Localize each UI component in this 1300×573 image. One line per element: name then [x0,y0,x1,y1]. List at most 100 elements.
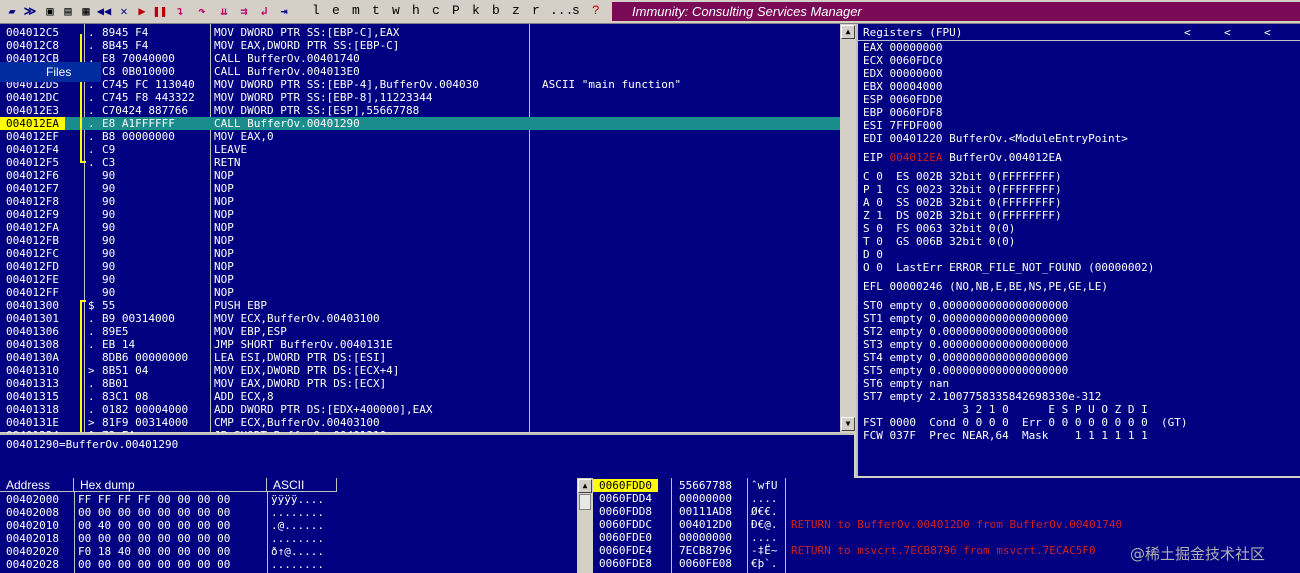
tool-help[interactable]: ? [592,3,600,18]
step-into-icon[interactable]: ↴ [172,3,188,19]
disasm-row[interactable]: 004012EF. B8 00000000 MOV EAX,0 [0,130,840,143]
register-line[interactable]: EDX 00000000 [863,67,942,80]
disasm-row[interactable]: 0040131E >81F9 00314000 CMP ECX,BufferOv.0… [0,416,840,429]
disasm-row[interactable]: 00401310 >8B51 04 MOV EDX,DWORD PTR DS:[EC… [0,364,840,377]
restart-icon[interactable]: ≫ [22,3,38,19]
disasm-row[interactable]: 004012FE 90 NOP [0,273,840,286]
step-over-icon[interactable]: ↷ [194,3,210,19]
scroll-down-icon[interactable]: ▼ [841,417,855,431]
register-line[interactable]: P 1 CS 0023 32bit 0(FFFFFFFF) [863,183,1062,196]
tool-executable-e[interactable]: e [332,3,340,18]
scroll-up-icon[interactable]: ▲ [578,479,592,493]
register-line[interactable]: ST3 empty 0.0000000000000000000 [863,338,1068,351]
stack-row[interactable]: 0060FDD0 55667788 ˆwfU [593,479,1300,492]
disasm-row[interactable]: 004012C8. 8B45 F4 MOV EAX,DWORD PTR SS:[EB… [0,39,840,52]
disasm-row[interactable]: 00401318. 0182 00004000 ADD DWORD PTR DS:[… [0,403,840,416]
register-line[interactable]: ESI 7FFDF000 [863,119,942,132]
cpu-window-icon[interactable]: ▦ [78,3,94,19]
nav-left-icon[interactable]: < [1224,26,1231,39]
column-header-address[interactable]: Address [0,478,74,492]
register-line[interactable]: 3 2 1 0 E S P U O Z D I [863,403,1147,416]
disasm-row[interactable]: 004012E3. C70424 887766 MOV DWORD PTR SS:[… [0,104,840,117]
register-line[interactable]: A 0 SS 002B 32bit 0(FFFFFFFF) [863,196,1062,209]
disasm-row[interactable]: 004012CB. E8 70040000 CALL BufferOv.004017… [0,52,840,65]
dump-row[interactable]: 00402008 00 00 00 00 00 00 00 00........ [0,506,577,519]
stack-row[interactable]: 0060FDDC 004012D0 Ð€@. RETURN to BufferOv.0… [593,518,1300,531]
disasm-row[interactable]: 004012D0.C8 0B010000CALL BufferOv.004013… [0,65,840,78]
tool-log-l[interactable]: l [312,3,320,18]
record-icon[interactable]: ▤ [60,3,76,19]
disasm-row[interactable]: 004012F9 90 NOP [0,208,840,221]
dump-scrollbar[interactable]: ▲ [577,478,592,573]
register-line[interactable]: EDI 00401220 BufferOv.<ModuleEntryPoint> [863,132,1128,145]
register-line[interactable]: EIP 004012EA BufferOv.004012EA [863,151,1062,164]
register-line[interactable]: ST0 empty 0.0000000000000000000 [863,299,1068,312]
disasm-row[interactable]: 00401313. 8B01 MOV EAX,DWORD PTR DS:[ECX] [0,377,840,390]
tool-handles-h[interactable]: h [412,3,420,18]
disasm-row[interactable]: 004012FF 90 NOP [0,286,840,299]
registers-pane[interactable]: Registers (FPU) < < < EAX 00000000 ECX 00… [856,24,1300,476]
pause-icon[interactable]: ❚❚ [152,3,168,19]
register-line[interactable]: ST5 empty 0.0000000000000000000 [863,364,1068,377]
rewind-icon[interactable]: ◀◀ [96,3,112,19]
register-line[interactable]: ECX 0060FDC0 [863,54,942,67]
tool-windows-w[interactable]: w [392,3,400,18]
tool-runtrace-r[interactable]: r [532,3,540,18]
disasm-row[interactable]: 004012FC 90 NOP [0,247,840,260]
disasm-row[interactable]: 004012F6 90 NOP [0,169,840,182]
register-line[interactable]: ST4 empty 0.0000000000000000000 [863,351,1068,364]
register-line[interactable]: FST 0000 Cond 0 0 0 0 Err 0 0 0 0 0 0 0 … [863,416,1188,429]
disasm-row[interactable]: 004012F8 90 NOP [0,195,840,208]
disasm-row[interactable]: 0040130A 8DB6 00000000 LEA ESI,DWORD PTR D… [0,351,840,364]
disasm-row[interactable]: 004012EA. E8 A1FFFFFF CALL BufferOv.004012… [0,117,840,130]
disasm-row[interactable]: 004012D5. C745 FC 113040 MOV DWORD PTR SS:… [0,78,840,91]
disasm-row[interactable]: 004012FD 90 NOP [0,260,840,273]
dump-row[interactable]: 00402020 F0 18 40 00 00 00 00 00 ð↑@..... [0,545,577,558]
execute-till-return-icon[interactable]: ↲ [256,3,272,19]
disasm-row[interactable]: 004012FB 90 NOP [0,234,840,247]
close-window-icon[interactable]: ▣ [42,3,58,19]
dump-row[interactable]: 00402010 00 40 00 00 00 00 00 00 .@...... [0,519,577,532]
trace-over-icon[interactable]: ⇉ [236,3,252,19]
register-line[interactable]: Z 1 DS 002B 32bit 0(FFFFFFFF) [863,209,1062,222]
tool-cpu-c[interactable]: c [432,3,440,18]
register-line[interactable]: D 0 [863,248,883,261]
tool-patches-p[interactable]: P [452,3,460,18]
run-icon[interactable]: ▶ [134,3,150,19]
register-line[interactable]: S 0 FS 0063 32bit 0(0) [863,222,1015,235]
files-menu[interactable]: Files [0,62,101,82]
register-line[interactable]: T 0 GS 006B 32bit 0(0) [863,235,1015,248]
register-line[interactable]: O 0 LastErr ERROR_FILE_NOT_FOUND (000000… [863,261,1154,274]
disasm-row[interactable]: 00401308. EB 14 JMP SHORT BufferOv.0040131… [0,338,840,351]
disasm-row[interactable]: 004012C5. 8945 F4 MOV DWORD PTR SS:[EBP-C]… [0,26,840,39]
disasm-row[interactable]: 004012F4. C9 LEAVE [0,143,840,156]
register-line[interactable]: C 0 ES 002B 32bit 0(FFFFFFFF) [863,170,1062,183]
open-folder-icon[interactable]: ▰ [4,3,20,19]
scroll-thumb[interactable] [579,494,591,510]
register-line[interactable]: ST6 empty nan [863,377,949,390]
register-line[interactable]: ST1 empty 0.0000000000000000000 [863,312,1068,325]
disasm-row[interactable]: 00401300 $55 PUSH EBP [0,299,840,312]
disasm-row[interactable]: 004012FA 90 NOP [0,221,840,234]
trace-into-icon[interactable]: ⇊ [216,3,232,19]
tool-callstack-k[interactable]: k [472,3,480,18]
stack-row[interactable]: 0060FDD4 00000000.... [593,492,1300,505]
tool-hwbreak-z[interactable]: z [512,3,520,18]
disassembly-scrollbar[interactable]: ▲ ▼ [840,24,855,432]
tool-more[interactable]: ... [550,3,573,18]
disasm-row[interactable]: 00401315. 83C1 08 ADD ECX,8 [0,390,840,403]
tool-breakpoints-b[interactable]: b [492,3,500,18]
stack-row[interactable]: 0060FDD8 00111AD8 Ø€€. [593,505,1300,518]
register-line[interactable]: ST2 empty 0.0000000000000000000 [863,325,1068,338]
stop-icon[interactable]: ✕ [116,3,132,19]
dump-row[interactable]: 00402000 FF FF FF FF 00 00 00 00 ÿÿÿÿ.... [0,493,577,506]
dump-row[interactable]: 00402018 00 00 00 00 00 00 00 00........ [0,532,577,545]
register-line[interactable]: EFL 00000246 (NO,NB,E,BE,NS,PE,GE,LE) [863,280,1108,293]
dump-row[interactable]: 00402028 00 00 00 00 00 00 00 00........ [0,558,577,571]
nav-left-icon[interactable]: < [1184,26,1191,39]
nav-left-icon[interactable]: < [1264,26,1271,39]
tool-source-s[interactable]: s [572,3,580,18]
tool-memory-m[interactable]: m [352,3,360,18]
register-line[interactable]: ESP 0060FDD0 [863,93,942,106]
register-line[interactable]: FCW 037F Prec NEAR,64 Mask 1 1 1 1 1 1 [863,429,1148,442]
